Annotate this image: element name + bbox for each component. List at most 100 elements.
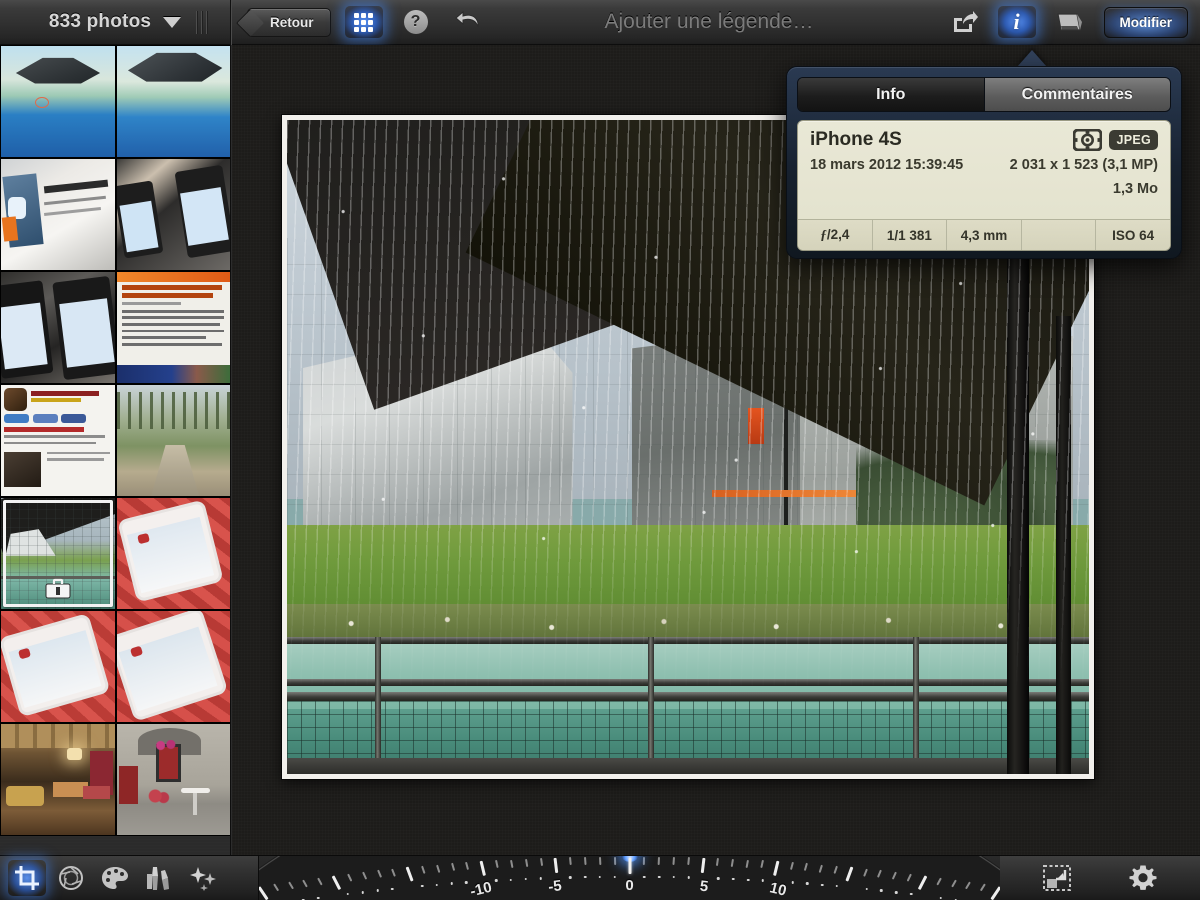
thumb-detail [5,786,45,807]
brushes-icon [147,867,169,890]
photo-railing-mid [287,679,1089,687]
thumb-detail [121,336,206,340]
settings-button[interactable] [1124,860,1162,896]
thumb-detail [46,458,104,462]
thumbnail-modern-combat[interactable] [0,384,116,497]
grid-view-icon [354,12,373,32]
image-dimensions: 2 031 x 1 523 (3,1 MP) [1009,157,1158,173]
thumbnail-ios5-article[interactable] [0,158,116,271]
thumbnail-flight-sim-2[interactable] [116,45,232,158]
top-toolbar: 833 photos Retour ? Ajouter une légende…… [0,0,1200,45]
share-button[interactable] [946,6,984,38]
thumbnail-iphone-red-1[interactable] [116,497,232,610]
popover-tabs: Info Commentaires [797,77,1171,112]
thumb-detail [83,786,111,800]
thumb-detail [121,293,213,299]
thumb-detail [4,427,85,432]
exif-iso: ISO 64 [1112,227,1155,243]
thumbnail-restaurant[interactable] [0,723,116,836]
photo-rail-post [375,636,382,768]
capture-datetime: 18 mars 2012 15:39:45 [810,157,964,173]
rotation-dial[interactable]: -10 -5 0 5 10 [259,855,1000,900]
thumb-detail [4,451,41,488]
brushes-tool-button[interactable] [140,860,178,896]
info-button[interactable]: i [997,6,1036,38]
exif-info-card: iPhone 4S JPEG 18 mars 2012 15:39:45 2 0… [797,120,1171,251]
thumb-detail [119,201,159,253]
chevron-down-icon[interactable] [163,16,182,28]
thumbnail-fountain-selected[interactable] [0,497,116,610]
help-icon: ? [403,10,428,34]
slideshow-button[interactable] [1050,6,1088,38]
back-button[interactable]: Retour [247,7,331,37]
thumb-detail [121,323,220,326]
dial-tick-label: 0 [625,876,634,894]
crop-tool-button[interactable] [8,860,46,896]
tab-comments[interactable]: Commentaires [983,78,1170,111]
album-selector[interactable]: 833 photos [0,0,230,45]
thumb-detail [121,285,222,291]
color-tool-button[interactable] [96,860,134,896]
thumb-detail [67,748,82,760]
device-name: iPhone 4S [810,129,902,150]
photo-count-label: 833 photos [48,11,152,32]
resize-grip-icon[interactable] [196,10,208,34]
photo-railing-top [287,636,1089,644]
grid-view-button[interactable] [344,6,383,38]
photo-railing-mesh [287,695,1089,768]
file-size: 1,3 Mo [1112,181,1158,197]
thumbnail-flight-sim-1[interactable] [0,45,116,158]
thumb-detail [30,390,100,397]
device-row: iPhone 4S JPEG [810,129,1158,151]
thumbnail-ipad-presse[interactable] [0,271,116,384]
thumb-detail [180,187,230,247]
info-popover[interactable]: Info Commentaires iPhone 4S JPEG 18 mars… [786,66,1182,259]
exif-summary: iPhone 4S JPEG 18 mars 2012 15:39:45 2 0… [798,121,1170,219]
thumb-detail [121,343,222,346]
thumb-detail [4,434,105,438]
aperture-icon [59,866,83,890]
thumb-detail [30,398,81,403]
thumb-detail [117,391,231,430]
effects-tool-button[interactable] [184,860,222,896]
thumbnail-park-path[interactable] [116,384,232,497]
photo-railing-lower [287,692,1089,702]
format-badge: JPEG [1109,130,1158,150]
thumb-detail [121,316,225,320]
thumbnail-stone-house[interactable] [116,723,232,836]
thumb-detail [61,413,87,423]
thumbnail-grid [0,45,232,836]
photos-app-window: 833 photos Retour ? Ajouter une légende…… [0,0,1200,900]
thumb-detail [2,216,19,242]
help-button[interactable]: ? [397,6,435,38]
thumb-detail [121,301,181,305]
undo-button[interactable] [449,6,487,38]
info-icon: i [1013,9,1020,34]
thumbnail-ipad-accueil-1[interactable] [116,158,232,271]
thumb-detail [193,792,197,815]
format-badges: JPEG [1073,129,1158,151]
photo-rail-post [912,636,919,768]
capture-meta-row: 18 mars 2012 15:39:45 2 031 x 1 523 (3,1… [810,157,1158,173]
photo-vertical-beam-2 [1056,316,1072,774]
toolbox-badge-icon [45,578,71,599]
edit-button[interactable]: Modifier [1103,6,1188,38]
resize-crop-button[interactable] [1038,860,1076,896]
thumb-detail [7,196,27,219]
thumbnail-iphone-red-2[interactable] [0,610,116,723]
edit-tools [0,856,258,900]
tab-info[interactable]: Info [798,78,984,111]
thumb-detail [121,309,225,313]
caption-field[interactable]: Ajouter une légende… [487,10,932,34]
exposure-tool-button[interactable] [52,860,90,896]
dial-needle [628,857,631,874]
thumb-detail [1,302,48,370]
thumbnail-sidebar[interactable] [0,45,232,855]
dial-tick-label: 5 [698,877,709,896]
thumb-detail [4,388,28,411]
thumbnail-iphone-red-3[interactable] [116,610,232,723]
dial-tick-label: 10 [767,879,788,900]
crop-resize-icon [1043,865,1071,891]
thumbnail-ipad-4g-article[interactable] [116,271,232,384]
thumb-detail [117,272,231,282]
